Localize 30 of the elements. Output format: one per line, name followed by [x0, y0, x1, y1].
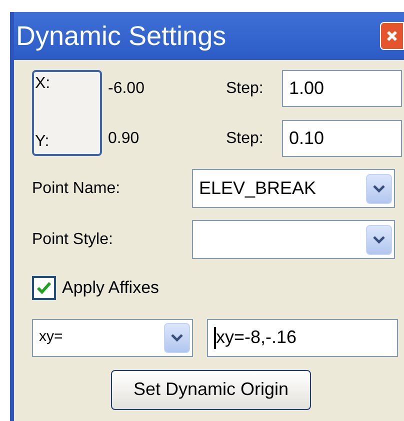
- affix-field[interactable]: xy=-8,-.16: [207, 318, 398, 356]
- coordinate-value: -6.00: [108, 78, 146, 98]
- dropdown-field[interactable]: ELEV_BREAK: [192, 169, 395, 208]
- chevron-down-icon: [373, 236, 385, 244]
- close-icon: [386, 30, 398, 42]
- close-button[interactable]: [380, 22, 404, 50]
- coordinate-value: 0.90: [108, 128, 140, 148]
- dropdown-field[interactable]: [192, 220, 395, 259]
- affix-value: xy=-8,-.16: [216, 326, 297, 349]
- chevron-down-icon: [171, 334, 183, 342]
- dropdown-value: xy=: [39, 327, 63, 348]
- chevron-down-icon: [373, 184, 385, 192]
- check-icon: [36, 280, 52, 295]
- checkbox-label: Apply Affixes: [62, 277, 160, 299]
- step-label: Step:: [226, 78, 264, 98]
- dropdown-arrow-button[interactable]: [164, 322, 190, 352]
- text-cursor: [214, 326, 216, 348]
- xy-button[interactable]: X: Y:: [32, 70, 102, 156]
- dropdown-arrow-button[interactable]: [366, 224, 392, 254]
- window-title: Dynamic Settings: [16, 22, 226, 50]
- step-field[interactable]: 0.10: [282, 120, 402, 157]
- set-origin-button[interactable]: Set Dynamic Origin: [111, 370, 311, 410]
- checkbox[interactable]: [32, 276, 56, 300]
- step-field[interactable]: 1.00: [282, 70, 402, 107]
- field-label: Point Style:: [32, 230, 114, 250]
- step-label: Step:: [226, 128, 264, 148]
- dropdown-arrow-button[interactable]: [366, 174, 392, 204]
- dropdown-value: ELEV_BREAK: [199, 177, 316, 200]
- dropdown-field[interactable]: xy=: [32, 318, 193, 356]
- field-label: Point Name:: [32, 178, 122, 198]
